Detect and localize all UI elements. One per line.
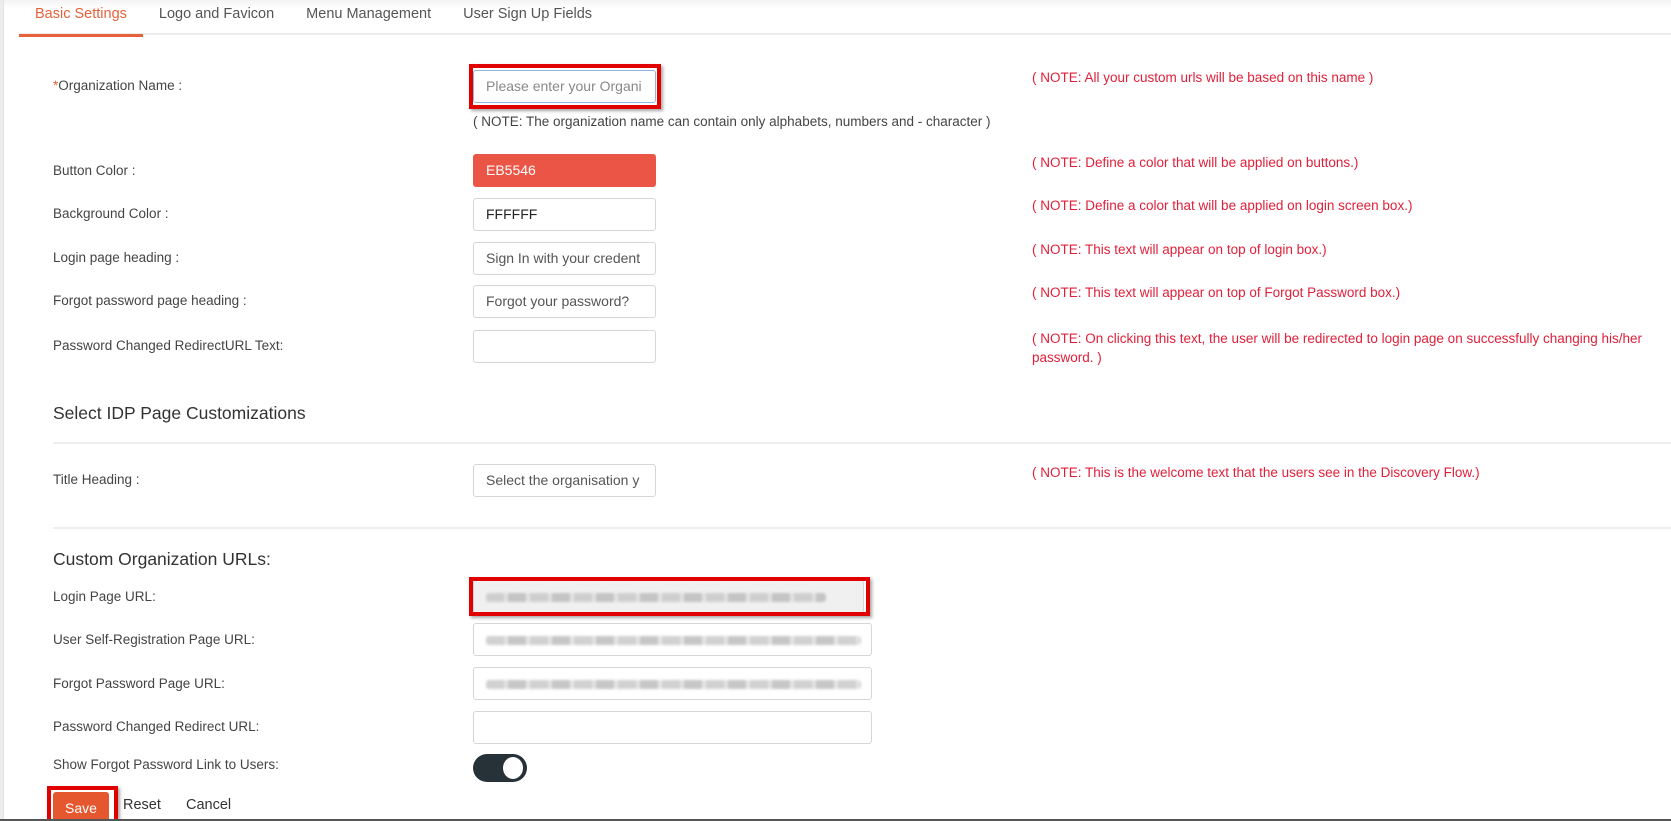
toggle-knob xyxy=(503,757,523,779)
redirect-text-input[interactable] xyxy=(473,330,656,363)
login-heading-note: ( NOTE: This text will appear on top of … xyxy=(1032,242,1327,257)
redacted-url xyxy=(486,593,826,602)
login-heading-input[interactable]: Sign In with your credent xyxy=(473,242,656,275)
title-heading-label: Title Heading : xyxy=(53,472,140,487)
tab-logo-and-favicon[interactable]: Logo and Favicon xyxy=(143,0,290,35)
button-color-label: Button Color : xyxy=(53,163,136,178)
org-name-subnote: ( NOTE: The organization name can contai… xyxy=(473,114,991,129)
org-name-label-text: Organization Name : xyxy=(58,78,183,93)
show-forgot-toggle[interactable] xyxy=(473,754,527,782)
tab-basic-settings[interactable]: Basic Settings xyxy=(19,0,143,37)
reset-button[interactable]: Reset xyxy=(123,797,161,813)
redirect-url-label: Password Changed Redirect URL: xyxy=(53,719,260,734)
background-color-input[interactable]: FFFFFF xyxy=(473,198,656,231)
custom-urls-title: Custom Organization URLs: xyxy=(53,549,271,569)
section-divider xyxy=(53,442,1671,444)
tab-user-sign-up-fields[interactable]: User Sign Up Fields xyxy=(447,0,608,35)
redirect-text-note: ( NOTE: On clicking this text, the user … xyxy=(1032,331,1643,365)
redirect-url-input[interactable] xyxy=(473,711,872,744)
button-color-note: ( NOTE: Define a color that will be appl… xyxy=(1032,155,1359,170)
redacted-url xyxy=(486,680,861,689)
redirect-text-label: Password Changed RedirectURL Text: xyxy=(53,338,284,353)
section-divider xyxy=(53,527,1671,529)
org-name-input[interactable]: Please enter your Organi xyxy=(473,70,656,103)
title-heading-note: ( NOTE: This is the welcome text that th… xyxy=(1032,465,1480,480)
forgot-heading-note: ( NOTE: This text will appear on top of … xyxy=(1032,285,1401,300)
idp-section-title: Select IDP Page Customizations xyxy=(53,403,306,423)
title-heading-input[interactable]: Select the organisation y xyxy=(473,464,656,497)
forgot-heading-label: Forgot password page heading : xyxy=(53,293,247,308)
redacted-url xyxy=(486,636,861,645)
login-url-label: Login Page URL: xyxy=(53,589,156,604)
background-color-label: Background Color : xyxy=(53,206,169,221)
login-url-field[interactable] xyxy=(473,580,864,613)
button-color-input[interactable]: EB5546 xyxy=(473,154,656,187)
left-border xyxy=(0,0,4,821)
forgot-heading-input[interactable]: Forgot your password? xyxy=(473,285,656,318)
settings-tabs: Basic Settings Logo and Favicon Menu Man… xyxy=(19,0,1671,37)
self-reg-url-field[interactable] xyxy=(473,623,872,656)
login-heading-label: Login page heading : xyxy=(53,250,180,265)
org-name-label: *Organization Name : xyxy=(53,78,182,93)
tab-menu-management[interactable]: Menu Management xyxy=(290,0,447,35)
self-reg-url-label: User Self-Registration Page URL: xyxy=(53,632,255,647)
save-button[interactable]: Save xyxy=(53,792,109,821)
show-forgot-label: Show Forgot Password Link to Users: xyxy=(53,757,279,772)
background-color-note: ( NOTE: Define a color that will be appl… xyxy=(1032,198,1413,213)
forgot-url-label: Forgot Password Page URL: xyxy=(53,676,225,691)
forgot-url-field[interactable] xyxy=(473,667,872,700)
org-name-note: ( NOTE: All your custom urls will be bas… xyxy=(1032,70,1374,85)
cancel-button[interactable]: Cancel xyxy=(186,797,231,813)
